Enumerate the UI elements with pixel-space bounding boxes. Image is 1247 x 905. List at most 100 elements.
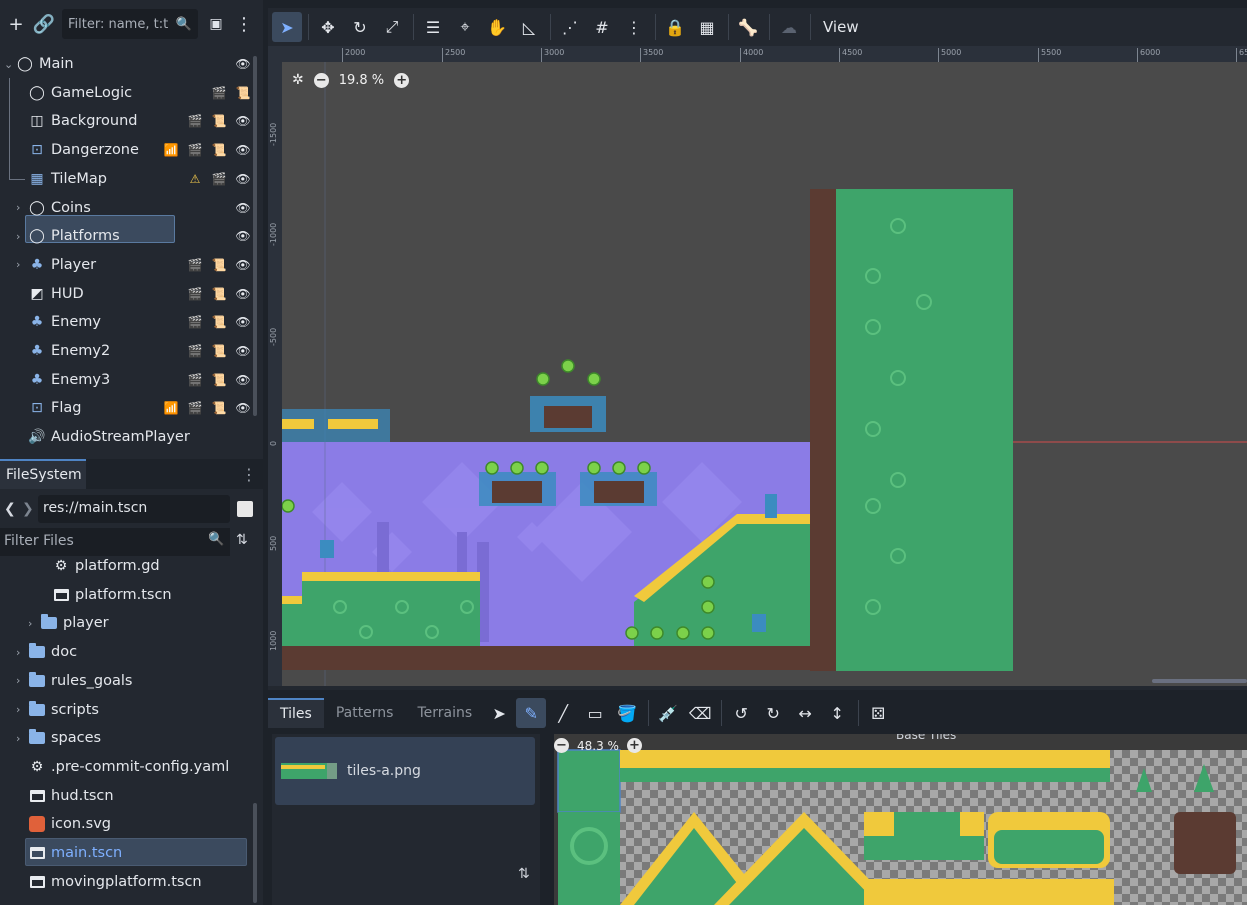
scene-instance-icon[interactable]: 🎬 — [186, 256, 204, 274]
visibility-eye-icon[interactable]: 👁 — [234, 285, 252, 303]
visibility-eye-icon[interactable]: 👁 — [234, 227, 252, 245]
scene-node-hud[interactable]: ◩ HUD 🎬 📜 👁 — [0, 280, 252, 308]
tile-atlas-view[interactable]: − 48.3 % + Base Tiles — [554, 734, 1247, 905]
scene-node-coins[interactable]: › ◯ Coins 👁 — [0, 194, 252, 222]
pan-mode-icon[interactable]: ✋ — [482, 12, 512, 42]
signal-icon[interactable]: 📶 — [162, 141, 180, 159]
pivot-icon[interactable]: ⌖ — [450, 12, 480, 42]
visibility-eye-icon[interactable]: 👁 — [234, 55, 252, 73]
tab-terrains[interactable]: Terrains — [405, 698, 484, 728]
chevron-right-icon[interactable]: › — [16, 674, 20, 687]
visibility-eye-icon[interactable]: 👁 — [234, 256, 252, 274]
select-mode-icon[interactable]: ➤ — [272, 12, 302, 42]
forward-icon[interactable]: ❯ — [22, 501, 34, 517]
split-mode-icon[interactable] — [237, 501, 253, 517]
flip-v-icon[interactable]: ↕ — [822, 698, 852, 728]
view-menu-button[interactable]: View — [815, 18, 867, 36]
scene-instance-icon[interactable]: 🎬 — [186, 371, 204, 389]
file-item-doc[interactable]: › doc — [0, 638, 250, 666]
visibility-eye-icon[interactable]: 👁 — [234, 112, 252, 130]
scale-mode-icon[interactable]: ⤢ — [377, 12, 407, 42]
rotate-mode-icon[interactable]: ↻ — [345, 12, 375, 42]
lock-icon[interactable]: 🔒 — [660, 12, 690, 42]
visibility-eye-icon[interactable]: 👁 — [234, 313, 252, 331]
camera-override-icon[interactable]: ☁ — [774, 12, 804, 42]
script-icon[interactable]: 📜 — [210, 285, 228, 303]
file-item-movingplatform-tscn[interactable]: movingplatform.tscn — [0, 868, 250, 896]
grid-snap-icon[interactable]: # — [587, 12, 617, 42]
sort-icon[interactable]: ⇅ — [236, 532, 248, 548]
scene-node-enemy3[interactable]: ♣ Enemy3 🎬 📜 👁 — [0, 366, 252, 394]
chevron-right-icon[interactable]: › — [16, 732, 20, 745]
scene-instance-icon[interactable]: 🎬 — [186, 141, 204, 159]
zoom-level[interactable]: 19.8 % — [339, 73, 384, 88]
file-item-scripts[interactable]: › scripts — [0, 696, 250, 724]
scene-node-enemy2[interactable]: ♣ Enemy2 🎬 📜 👁 — [0, 337, 252, 365]
script-icon[interactable]: 📜 — [210, 112, 228, 130]
chevron-right-icon[interactable]: › — [28, 617, 32, 630]
smart-snap-icon[interactable]: ⋰ — [555, 12, 585, 42]
scene-node-flag[interactable]: ⊡ Flag 📶 🎬 📜 👁 — [0, 394, 252, 422]
chevron-right-icon[interactable]: › — [16, 703, 20, 716]
chevron-down-icon[interactable]: ⌄ — [4, 58, 16, 71]
eraser-tool-icon[interactable]: ⌫ — [685, 698, 715, 728]
atlas-zoom-level[interactable]: 48.3 % — [577, 739, 619, 753]
add-node-icon[interactable]: + — [2, 10, 30, 38]
chevron-right-icon[interactable]: › — [16, 646, 20, 659]
move-mode-icon[interactable]: ✥ — [313, 12, 343, 42]
scene-instance-icon[interactable]: 🎬 — [210, 170, 228, 188]
script-icon[interactable]: 📜 — [210, 399, 228, 417]
script-icon[interactable]: 📜 — [234, 84, 252, 102]
file-item-icon-svg[interactable]: icon.svg — [0, 810, 250, 838]
back-icon[interactable]: ❮ — [4, 501, 16, 517]
file-item-spaces[interactable]: › spaces — [0, 724, 250, 752]
paint-tool-icon[interactable]: ✎ — [516, 698, 547, 728]
visibility-eye-icon[interactable]: 👁 — [234, 141, 252, 159]
file-item-player[interactable]: › player — [0, 609, 250, 637]
instance-scene-icon[interactable]: ▣ — [202, 10, 230, 38]
scene-instance-icon[interactable]: 🎬 — [186, 342, 204, 360]
scene-node-dangerzone[interactable]: ⊡ Dangerzone 📶 🎬 📜 👁 — [0, 136, 252, 164]
files-scrollbar[interactable] — [253, 803, 257, 903]
file-item-pre-commit-config-yaml[interactable]: ⚙ .pre-commit-config.yaml — [0, 753, 250, 781]
script-icon[interactable]: 📜 — [210, 141, 228, 159]
chevron-right-icon[interactable]: › — [16, 258, 28, 271]
file-item-platform-tscn[interactable]: platform.tscn — [0, 581, 250, 609]
scene-instance-icon[interactable]: 🎬 — [210, 84, 228, 102]
more-options-icon[interactable]: ⋮ — [241, 465, 257, 484]
sort-icon[interactable]: ⇅ — [518, 866, 530, 882]
scene-node-platforms[interactable]: › ◯ Platforms 👁 — [0, 222, 252, 250]
visibility-eye-icon[interactable]: 👁 — [234, 342, 252, 360]
bucket-tool-icon[interactable]: 🪣 — [612, 698, 642, 728]
rotate-left-icon[interactable]: ↺ — [726, 698, 756, 728]
scene-node-tilemap[interactable]: ▦ TileMap ⚠ 🎬 👁 — [0, 165, 252, 193]
scene-node-enemy[interactable]: ♣ Enemy 🎬 📜 👁 — [0, 308, 252, 336]
script-icon[interactable]: 📜 — [210, 313, 228, 331]
scene-node-player[interactable]: › ♣ Player 🎬 📜 👁 — [0, 251, 252, 279]
file-item-rules-goals[interactable]: › rules_goals — [0, 667, 250, 695]
zoom-out-button[interactable]: − — [313, 72, 329, 88]
scene-filter-input[interactable]: Filter: name, t:t 🔍 — [62, 9, 198, 39]
chevron-right-icon[interactable]: › — [16, 201, 28, 214]
file-item-hud-tscn[interactable]: hud.tscn — [0, 782, 250, 810]
select-tool-icon[interactable]: ➤ — [484, 698, 514, 728]
script-icon[interactable]: 📜 — [210, 371, 228, 389]
warning-icon[interactable]: ⚠ — [186, 170, 204, 188]
scene-node-main[interactable]: ⌄ ◯ Main 👁 — [0, 50, 252, 78]
chevron-right-icon[interactable]: › — [16, 230, 28, 243]
picker-tool-icon[interactable]: 💉 — [653, 698, 683, 728]
visibility-eye-icon[interactable]: 👁 — [234, 199, 252, 217]
visibility-eye-icon[interactable]: 👁 — [234, 399, 252, 417]
script-icon[interactable]: 📜 — [210, 256, 228, 274]
flip-h-icon[interactable]: ↔ — [790, 698, 820, 728]
canvas-viewport[interactable]: ✲ − 19.8 % + — [282, 62, 1247, 686]
center-view-icon[interactable]: ✲ — [292, 72, 304, 88]
visibility-eye-icon[interactable]: 👁 — [234, 170, 252, 188]
line-tool-icon[interactable]: ╱ — [548, 698, 578, 728]
tab-filesystem[interactable]: FileSystem — [0, 459, 86, 489]
file-item-platform-gd[interactable]: ⚙ platform.gd — [0, 552, 250, 580]
scene-instance-icon[interactable]: 🎬 — [186, 285, 204, 303]
scene-node-audiostreamplayer[interactable]: 🔊 AudioStreamPlayer — [0, 423, 252, 451]
atlas-zoom-in-button[interactable]: + — [626, 738, 642, 753]
scene-instance-icon[interactable]: 🎬 — [186, 399, 204, 417]
